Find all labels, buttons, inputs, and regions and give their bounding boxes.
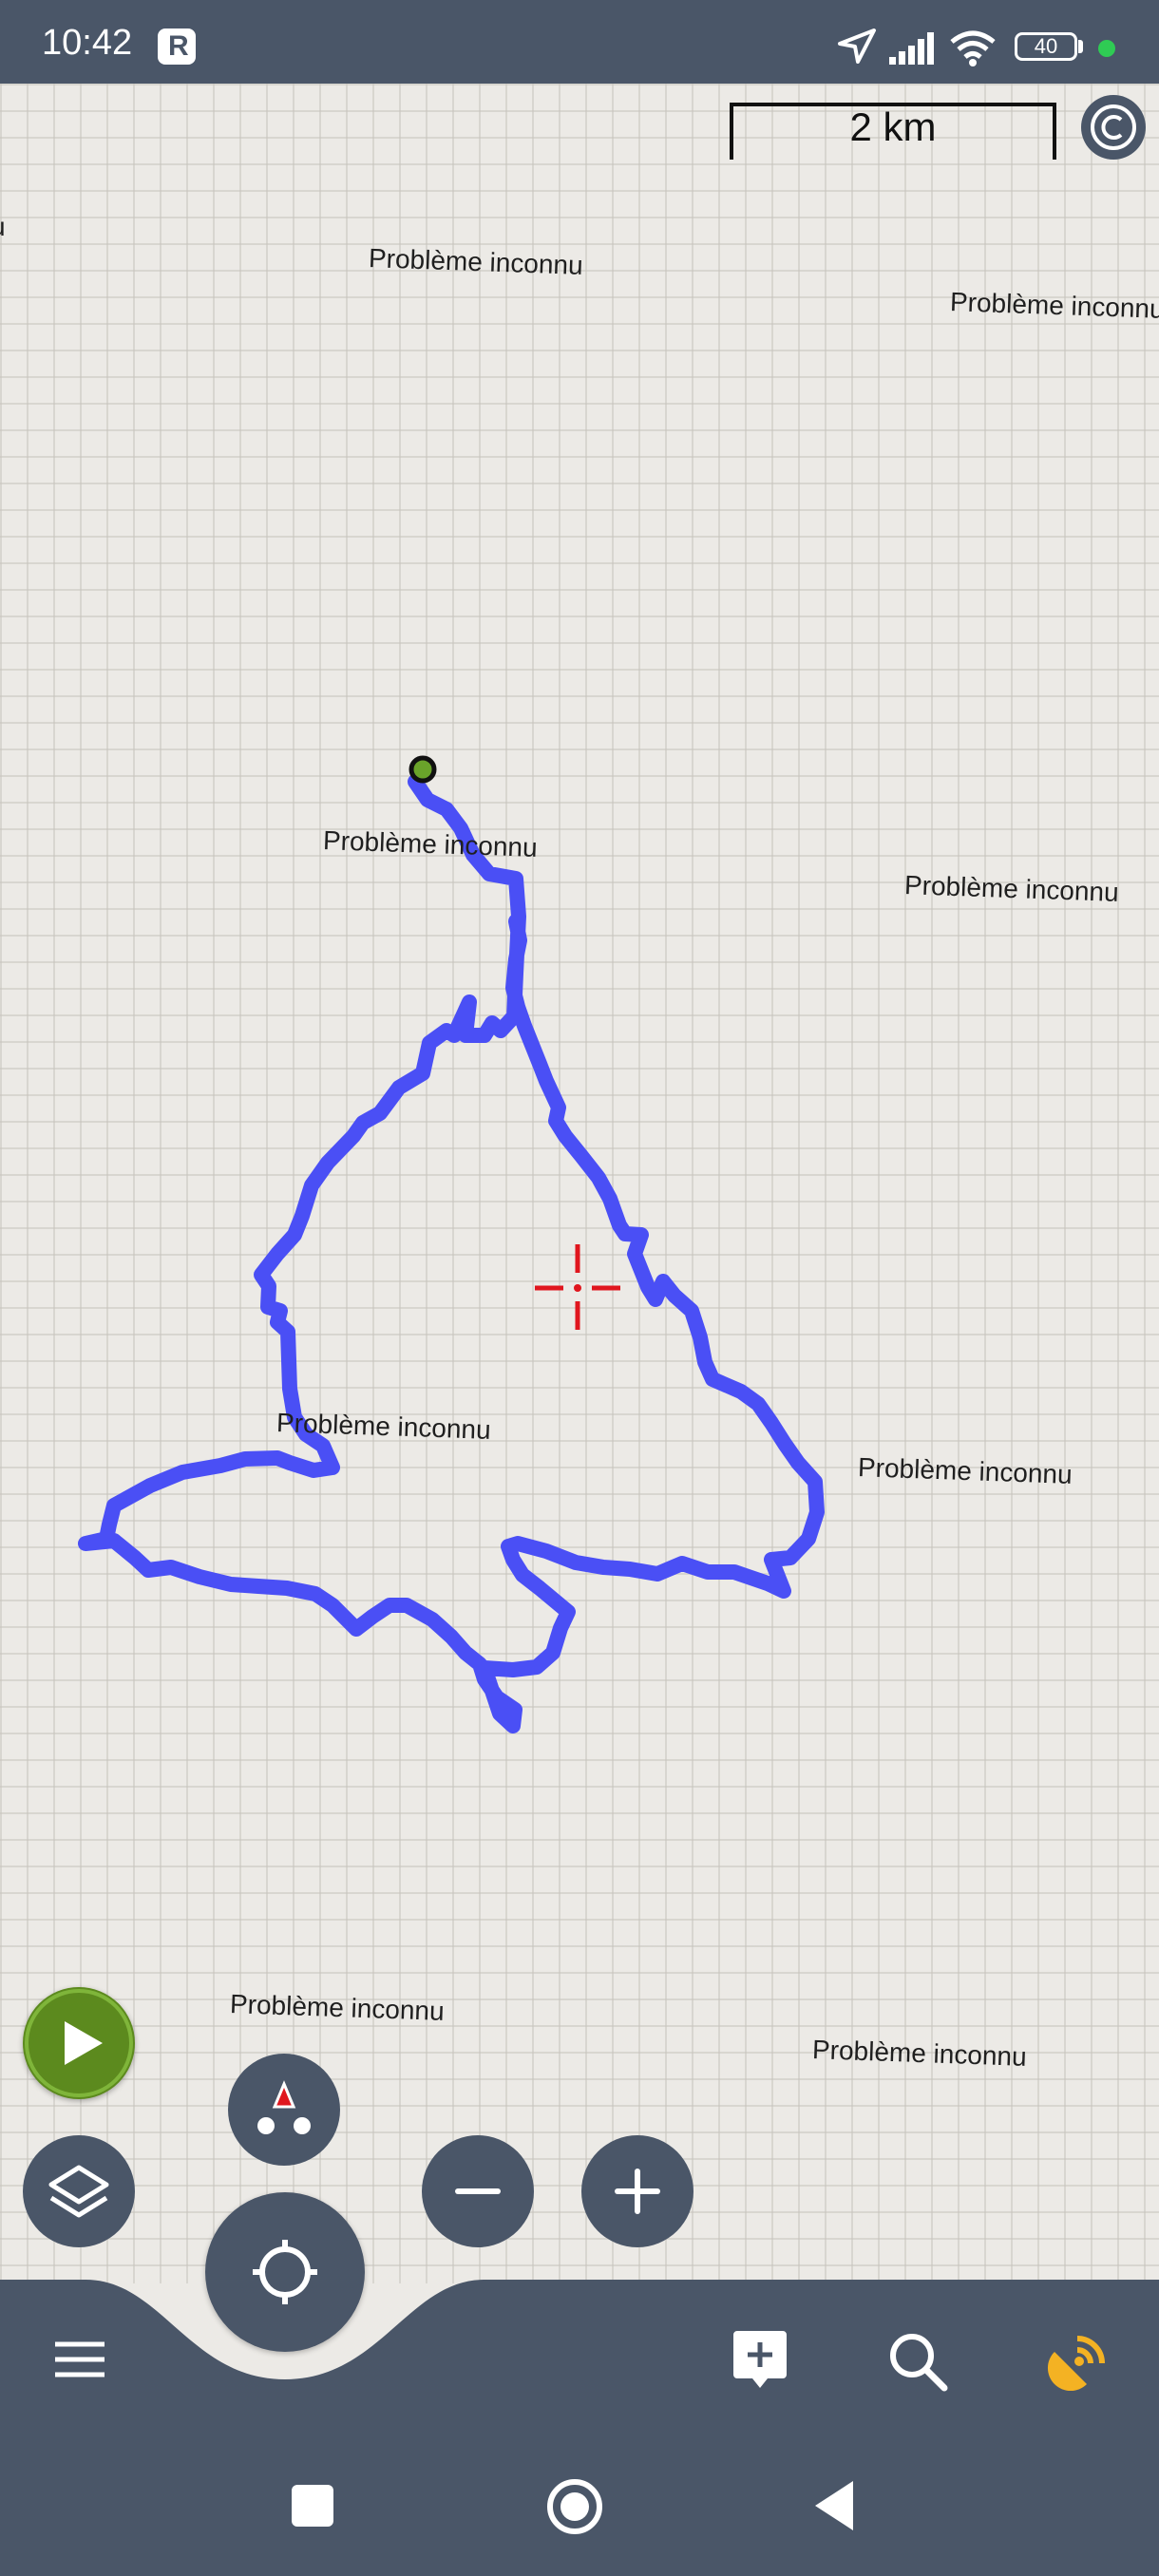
play-icon [25,1989,133,2097]
compass-button[interactable] [228,2054,340,2166]
status-time: 10:42 [42,23,133,63]
compass-icon [257,2080,311,2134]
wifi-icon [950,30,996,66]
my-location-icon [253,2240,317,2304]
track-start-marker[interactable] [408,755,437,784]
battery-level: 40 [1034,34,1058,58]
zoom-out-icon [455,2188,501,2194]
menu-icon[interactable] [53,2339,106,2380]
copyright-button[interactable] [1081,95,1146,160]
home-icon[interactable] [545,2477,604,2536]
map-view[interactable]: u Problème inconnu Problème inconnu Prob… [0,84,1159,2283]
battery-tip [1078,40,1083,53]
copyright-icon [1091,104,1136,150]
map-label: u [0,212,6,242]
back-icon[interactable] [813,2479,855,2532]
signal-icon [889,32,934,65]
status-bar: 10:42 R 40 [0,0,1159,84]
scale-bar: 2 km [730,103,1056,160]
zoom-in-button[interactable] [581,2135,694,2247]
start-recording-button[interactable] [23,1987,135,2099]
privacy-indicator-dot [1098,40,1115,57]
scale-label: 2 km [849,104,937,149]
search-icon[interactable] [887,2331,948,2392]
layers-icon [48,2165,109,2218]
map-center-crosshair [535,1244,620,1330]
navigation-arrow-icon [838,28,876,64]
gps-track [78,774,825,1733]
my-location-button[interactable] [205,2192,365,2352]
zoom-out-button[interactable] [422,2135,534,2247]
battery-icon: 40 [1015,32,1077,61]
track-layer [78,755,825,1733]
layers-button[interactable] [23,2135,135,2247]
app-notification-icon: R [158,28,196,65]
add-note-icon[interactable] [732,2329,788,2392]
zoom-in-icon [615,2169,660,2214]
gps-signal-icon[interactable] [1045,2329,1112,2396]
recent-apps-button[interactable] [292,2485,333,2527]
